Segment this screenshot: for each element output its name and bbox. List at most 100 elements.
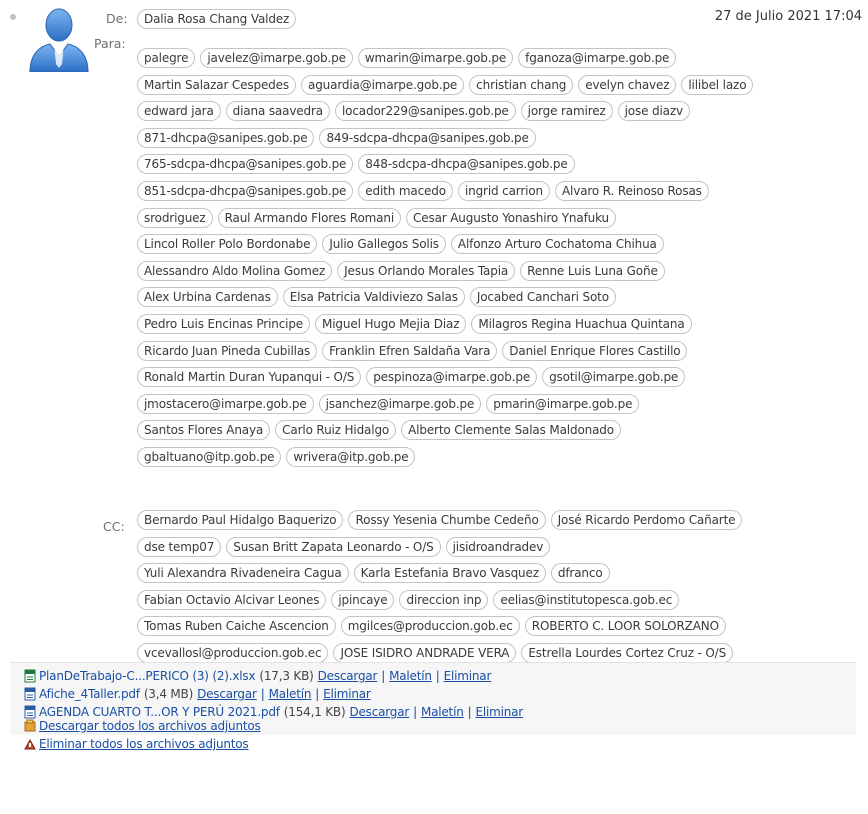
cc-recipient-chip[interactable]: Susan Britt Zapata Leonardo - O/S xyxy=(226,536,441,557)
to-recipient-chip[interactable]: jose diazv xyxy=(617,101,690,122)
to-recipient-chip[interactable]: pespinoza@imarpe.gob.pe xyxy=(366,367,538,388)
to-recipient-chip[interactable]: wmarin@imarpe.gob.pe xyxy=(357,48,514,68)
from-label: De: xyxy=(106,11,128,26)
cc-recipient-chip[interactable]: eelias@institutopesca.gob.ec xyxy=(493,589,680,610)
cc-recipient-chip[interactable]: JOSE ISIDRO ANDRADE VERA xyxy=(333,643,517,663)
to-recipient-chip[interactable]: Julio Gallegos Solis xyxy=(322,234,446,255)
briefcase-link[interactable]: Maletín xyxy=(389,669,432,683)
to-recipient-chip[interactable]: Alex Urbina Cardenas xyxy=(137,287,278,308)
to-row: edward jara diana saavedra locador229@sani… xyxy=(137,101,690,123)
to-recipient-chip[interactable]: 765-sdcpa-dhcpa@sanipes.gob.pe xyxy=(137,154,354,175)
delete-link[interactable]: Eliminar xyxy=(323,687,371,701)
to-recipient-chip[interactable]: 851-sdcpa-dhcpa@sanipes.gob.pe xyxy=(137,181,354,201)
to-recipient-chip[interactable]: Raul Armando Flores Romani xyxy=(217,207,402,228)
cc-recipient-chip[interactable]: direccion inp xyxy=(399,589,489,610)
cc-recipient-chip[interactable]: Estrella Lourdes Cortez Cruz - O/S xyxy=(521,643,734,663)
cc-recipient-chip[interactable]: Yuli Alexandra Rivadeneira Cagua xyxy=(137,563,349,584)
to-recipient-chip[interactable]: aguardia@imarpe.gob.pe xyxy=(300,74,465,95)
to-recipient-chip[interactable]: Ricardo Juan Pineda Cubillas xyxy=(137,340,318,361)
cc-recipient-chip[interactable]: jisidroandradev xyxy=(445,536,551,557)
to-row: Ronald Martin Duran Yupanqui - O/S pespin… xyxy=(137,367,686,389)
to-recipient-chip[interactable]: pmarin@imarpe.gob.pe xyxy=(486,393,640,414)
to-recipient-chip[interactable]: Daniel Enrique Flores Castillo xyxy=(502,340,688,361)
sender-chip[interactable]: Dalia Rosa Chang Valdez xyxy=(137,9,297,29)
status-dot xyxy=(10,14,16,20)
cc-recipient-chip[interactable]: jpincaye xyxy=(331,589,395,610)
attachment-size: (154,1 KB) xyxy=(283,705,346,719)
to-recipient-chip[interactable]: Carlo Ruiz Hidalgo xyxy=(275,420,397,441)
to-recipient-chip[interactable]: palegre xyxy=(137,48,196,68)
to-recipient-chip[interactable]: locador229@sanipes.gob.pe xyxy=(334,101,516,122)
separator: | xyxy=(413,705,417,719)
to-recipient-chip[interactable]: jorge ramirez xyxy=(520,101,613,122)
to-recipient-chip[interactable]: Elsa Patricia Valdiviezo Salas xyxy=(282,287,465,308)
download-link[interactable]: Descargar xyxy=(318,669,378,683)
cc-label: CC: xyxy=(103,519,125,534)
download-all-link[interactable]: Descargar todos los archivos adjuntos xyxy=(39,719,261,733)
to-recipient-chip[interactable]: edward jara xyxy=(137,101,221,122)
attachment-row: Afiche_4Taller.pdf (3,4 MB) Descargar | Male… xyxy=(24,685,371,703)
to-recipient-chip[interactable]: srodriguez xyxy=(137,207,213,228)
cc-recipient-chip[interactable]: Tomas Ruben Caiche Ascencion xyxy=(137,616,336,637)
to-row: jmostacero@imarpe.gob.pe jsanchez@imarpe.… xyxy=(137,393,640,416)
to-row: Pedro Luis Encinas Principe Miguel Hugo M… xyxy=(137,314,692,336)
to-recipient-chip[interactable]: gbaltuano@itp.gob.pe xyxy=(137,447,282,467)
to-recipient-chip[interactable]: javelez@imarpe.gob.pe xyxy=(200,48,353,68)
to-recipient-chip[interactable]: Cesar Augusto Yonashiro Ynafuku xyxy=(406,207,617,228)
to-row: Alex Urbina Cardenas Elsa Patricia Valdiv… xyxy=(137,287,616,309)
download-link[interactable]: Descargar xyxy=(197,687,257,701)
to-recipient-chip[interactable]: Alberto Clemente Salas Maldonado xyxy=(401,420,621,441)
to-recipient-chip[interactable]: Pedro Luis Encinas Principe xyxy=(137,314,311,334)
delete-all-row: Eliminar todos los archivos adjuntos xyxy=(24,735,249,753)
to-recipient-chip[interactable]: christian chang xyxy=(469,74,574,95)
to-recipient-chip[interactable]: 848-sdcpa-dhcpa@sanipes.gob.pe xyxy=(358,154,575,175)
to-recipient-chip[interactable]: Martin Salazar Cespedes xyxy=(137,74,296,95)
to-recipient-chip[interactable]: 849-sdcpa-dhcpa@sanipes.gob.pe xyxy=(319,127,536,148)
to-recipient-chip[interactable]: Jesus Orlando Morales Tapia xyxy=(337,260,516,281)
cc-recipient-chip[interactable]: vcevallosl@produccion.gob.ec xyxy=(137,643,329,663)
to-row: 871-dhcpa@sanipes.gob.pe 849-sdcpa-dhcpa@… xyxy=(137,127,536,150)
to-recipient-chip[interactable]: fganoza@imarpe.gob.pe xyxy=(518,48,677,68)
to-row: Ricardo Juan Pineda Cubillas Franklin Efr… xyxy=(137,340,688,363)
cc-recipient-chip[interactable]: Fabian Octavio Alcivar Leones xyxy=(137,589,327,610)
download-link[interactable]: Descargar xyxy=(349,705,409,719)
to-recipient-chip[interactable]: Alessandro Aldo Molina Gomez xyxy=(137,260,333,281)
to-recipient-chip[interactable]: Lincol Roller Polo Bordonabe xyxy=(137,234,318,255)
cc-recipient-chip[interactable]: Karla Estefania Bravo Vasquez xyxy=(353,563,546,584)
cc-recipient-chip[interactable]: José Ricardo Perdomo Cañarte xyxy=(550,510,743,530)
cc-recipient-chip[interactable]: Rossy Yesenia Chumbe Cedeño xyxy=(348,510,546,530)
to-recipient-chip[interactable]: jmostacero@imarpe.gob.pe xyxy=(137,393,314,414)
to-recipient-chip[interactable]: Alvaro R. Reinoso Rosas xyxy=(555,181,709,201)
to-recipient-chip[interactable]: Ronald Martin Duran Yupanqui - O/S xyxy=(137,367,362,388)
to-recipient-chip[interactable]: Milagros Regina Huachua Quintana xyxy=(471,314,692,334)
to-recipient-chip[interactable]: Alfonzo Arturo Cochatoma Chihua xyxy=(450,234,664,255)
briefcase-link[interactable]: Maletín xyxy=(421,705,464,719)
to-recipient-chip[interactable]: diana saavedra xyxy=(225,101,330,122)
to-recipient-chip[interactable]: evelyn chavez xyxy=(578,74,677,95)
download-all-row: Descargar todos los archivos adjuntos xyxy=(24,717,261,735)
delete-link[interactable]: Eliminar xyxy=(475,705,523,719)
to-recipient-chip[interactable]: 871-dhcpa@sanipes.gob.pe xyxy=(137,127,315,148)
cc-recipient-chip[interactable]: mgilces@produccion.gob.ec xyxy=(340,616,520,637)
to-recipient-chip[interactable]: Renne Luis Luna Goñe xyxy=(520,260,665,281)
to-recipient-chip[interactable]: lilibel lazo xyxy=(681,74,754,95)
to-recipient-chip[interactable]: Franklin Efren Saldaña Vara xyxy=(322,340,498,361)
to-recipient-chip[interactable]: jsanchez@imarpe.gob.pe xyxy=(318,393,482,414)
from-row: Dalia Rosa Chang Valdez xyxy=(137,9,297,31)
to-recipient-chip[interactable]: Miguel Hugo Mejia Diaz xyxy=(315,314,467,334)
to-recipient-chip[interactable]: Jocabed Canchari Soto xyxy=(469,287,616,308)
cc-recipient-chip[interactable]: ROBERTO C. LOOR SOLORZANO xyxy=(524,616,726,637)
delete-all-link[interactable]: Eliminar todos los archivos adjuntos xyxy=(39,737,249,751)
to-recipient-chip[interactable]: ingrid carrion xyxy=(457,181,550,201)
briefcase-link[interactable]: Maletín xyxy=(269,687,312,701)
avatar-icon xyxy=(29,8,89,72)
cc-recipient-chip[interactable]: dfranco xyxy=(550,563,610,584)
to-recipient-chip[interactable]: Santos Flores Anaya xyxy=(137,420,271,441)
cc-recipient-chip[interactable]: dse temp07 xyxy=(137,536,222,557)
cc-recipient-chip[interactable]: Bernardo Paul Hidalgo Baquerizo xyxy=(137,510,344,530)
to-recipient-chip[interactable]: edith macedo xyxy=(358,181,453,201)
to-recipient-chip[interactable]: wrivera@itp.gob.pe xyxy=(286,447,416,467)
delete-link[interactable]: Eliminar xyxy=(444,669,492,683)
separator: | xyxy=(467,705,472,719)
to-recipient-chip[interactable]: gsotil@imarpe.gob.pe xyxy=(542,367,686,388)
